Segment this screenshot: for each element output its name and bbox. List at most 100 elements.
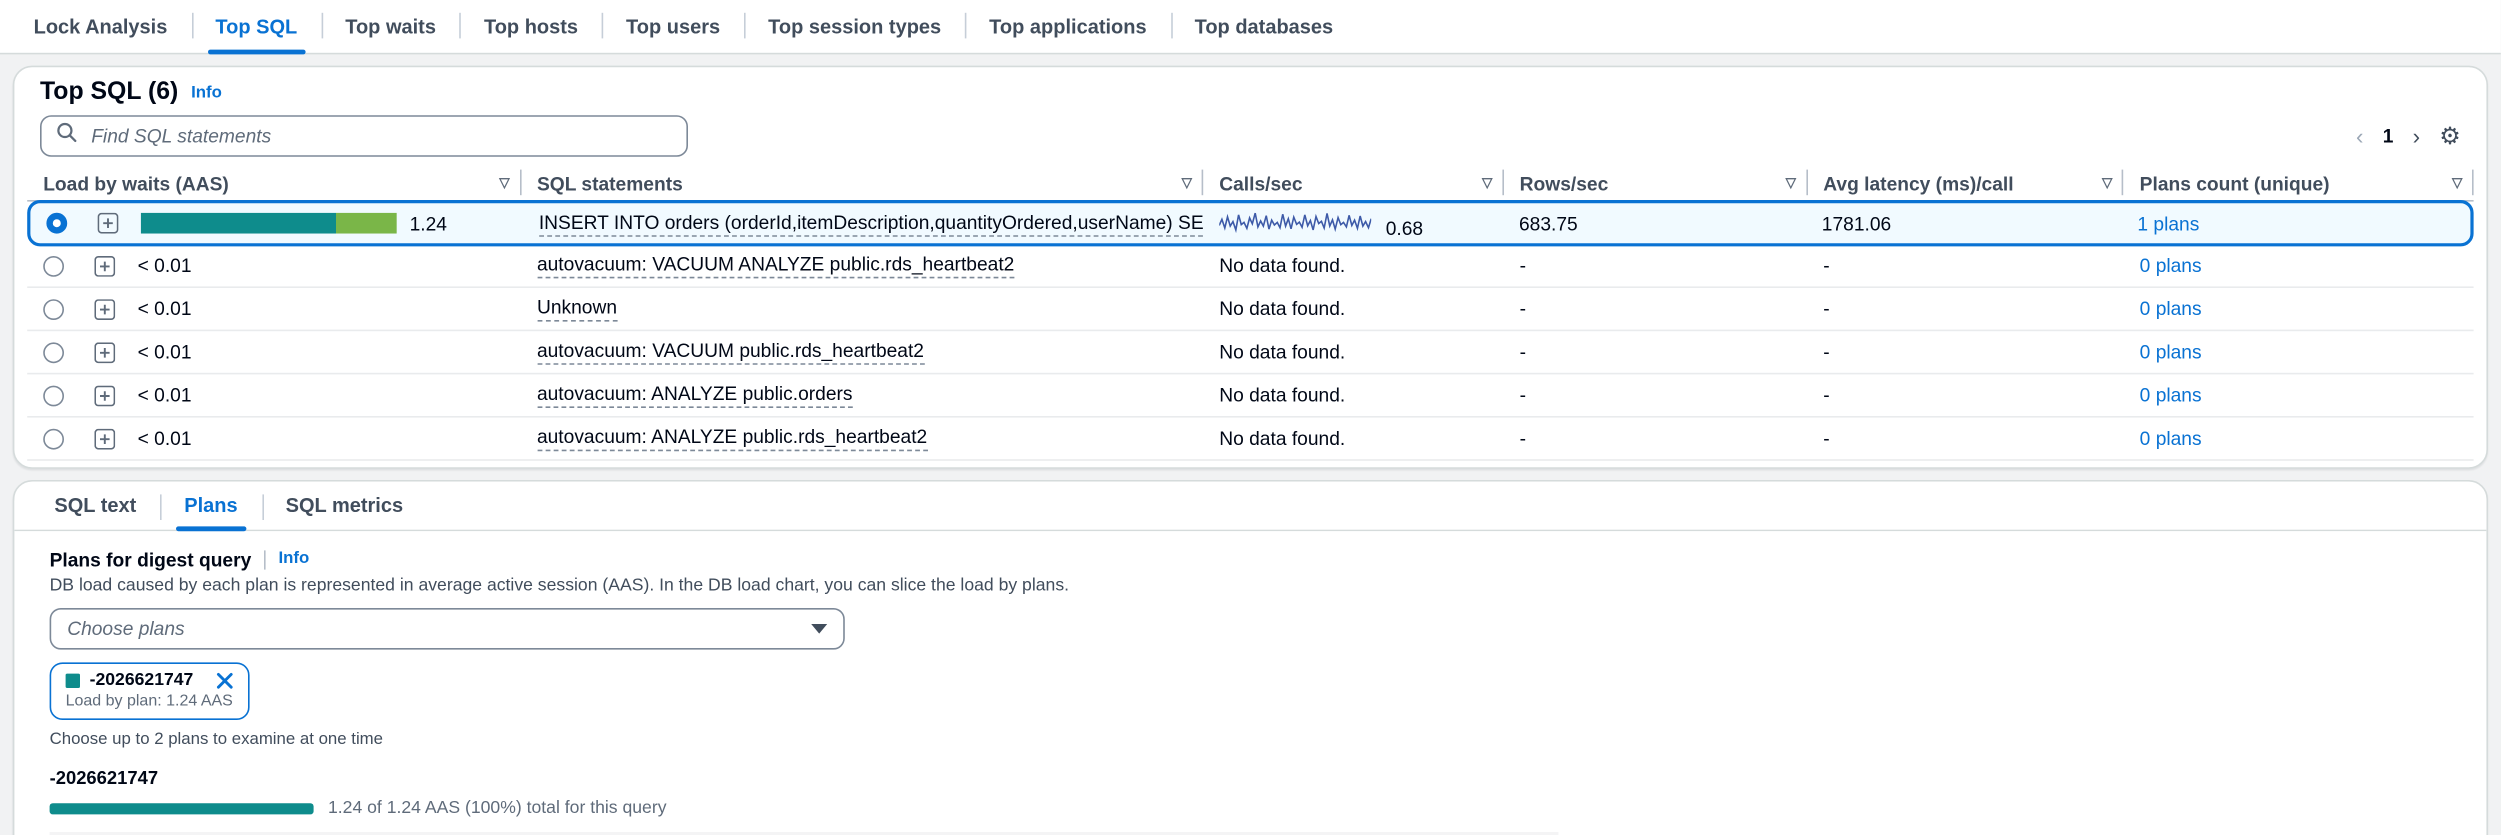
plan-color-swatch bbox=[66, 673, 80, 687]
column-header-load[interactable]: Load by waits (AAS)▽ bbox=[27, 166, 521, 200]
row-radio[interactable] bbox=[43, 255, 64, 276]
avg-latency-value: 1781.06 bbox=[1822, 212, 1891, 234]
table-row[interactable]: < 0.01 autovacuum: VACUUM public.rds_hea… bbox=[27, 331, 2473, 374]
tab-top-waits[interactable]: Top waits bbox=[321, 0, 460, 53]
tab-label: Top SQL bbox=[215, 15, 297, 37]
tab-top-applications[interactable]: Top applications bbox=[965, 0, 1170, 53]
load-value: < 0.01 bbox=[138, 341, 192, 363]
calls-value: No data found. bbox=[1219, 298, 1345, 320]
filter-icon[interactable]: ▽ bbox=[2452, 174, 2462, 192]
tab-label: SQL metrics bbox=[286, 494, 403, 516]
avg-latency-value: - bbox=[1823, 384, 1829, 406]
row-radio[interactable] bbox=[43, 385, 64, 406]
expand-row-icon[interactable] bbox=[94, 385, 115, 406]
panel-title: Top SQL (6) bbox=[40, 78, 178, 107]
expand-row-icon[interactable] bbox=[94, 298, 115, 319]
column-header-calls[interactable]: Calls/sec▽ bbox=[1203, 166, 1503, 200]
sql-statement[interactable]: autovacuum: ANALYZE public.rds_heartbeat… bbox=[537, 426, 927, 452]
sql-statement[interactable]: autovacuum: VACUUM public.rds_heartbeat2 bbox=[537, 339, 924, 365]
tab-top-sql[interactable]: Top SQL bbox=[191, 0, 321, 53]
filter-icon[interactable]: ▽ bbox=[1182, 174, 1192, 192]
plans-description: DB load caused by each plan is represent… bbox=[50, 576, 2487, 595]
calls-value: No data found. bbox=[1219, 341, 1345, 363]
table-row[interactable]: < 0.01 autovacuum: ANALYZE public.rds_he… bbox=[27, 418, 2473, 461]
row-radio[interactable] bbox=[43, 342, 64, 363]
next-page-icon[interactable]: › bbox=[2413, 125, 2420, 147]
tab-top-hosts[interactable]: Top hosts bbox=[460, 0, 602, 53]
filter-icon[interactable]: ▽ bbox=[2102, 174, 2112, 192]
plans-link[interactable]: 1 plans bbox=[2137, 212, 2199, 234]
filter-icon[interactable]: ▽ bbox=[1786, 174, 1796, 192]
tab-label: Top applications bbox=[989, 15, 1146, 37]
rows-per-sec-value: 683.75 bbox=[1519, 212, 1578, 234]
plan-load-summary: 1.24 of 1.24 AAS (100%) total for this q… bbox=[328, 798, 667, 817]
avg-latency-value: - bbox=[1823, 427, 1829, 449]
table-toolbar: ‹ 1 › ⚙ bbox=[14, 107, 2486, 166]
column-header-rows[interactable]: Rows/sec▽ bbox=[1504, 166, 1808, 200]
sql-statement[interactable]: INSERT INTO orders (orderId,itemDescript… bbox=[539, 210, 1203, 236]
tab-label: Top databases bbox=[1195, 15, 1334, 37]
result-count: (6) bbox=[148, 78, 178, 105]
table-row-selected[interactable]: 1.24 INSERT INTO orders (orderId,itemDes… bbox=[27, 200, 2473, 246]
sql-statement[interactable]: autovacuum: ANALYZE public.orders bbox=[537, 382, 853, 408]
filter-icon[interactable]: ▽ bbox=[499, 174, 509, 192]
table-row[interactable]: < 0.01 autovacuum: ANALYZE public.orders… bbox=[27, 374, 2473, 417]
expand-row-icon[interactable] bbox=[98, 213, 119, 234]
plans-link[interactable]: 0 plans bbox=[2140, 384, 2202, 406]
rows-per-sec-value: - bbox=[1520, 341, 1526, 363]
row-radio[interactable] bbox=[46, 213, 67, 234]
tab-plans[interactable]: Plans bbox=[160, 482, 261, 530]
plans-link[interactable]: 0 plans bbox=[2140, 427, 2202, 449]
choose-plans-dropdown[interactable]: Choose plans bbox=[50, 608, 845, 650]
tab-top-users[interactable]: Top users bbox=[602, 0, 744, 53]
plans-link[interactable]: 0 plans bbox=[2140, 254, 2202, 276]
calls-value: 0.68 bbox=[1386, 217, 1423, 239]
sql-statement[interactable]: autovacuum: VACUUM ANALYZE public.rds_he… bbox=[537, 253, 1014, 279]
plans-link[interactable]: 0 plans bbox=[2140, 341, 2202, 363]
divider bbox=[264, 550, 266, 569]
load-value: < 0.01 bbox=[138, 384, 192, 406]
row-radio[interactable] bbox=[43, 298, 64, 319]
avg-latency-value: - bbox=[1823, 341, 1829, 363]
top-sql-panel: Top SQL (6) Info ‹ 1 › ⚙ Load by waits (… bbox=[13, 66, 2488, 469]
avg-latency-value: - bbox=[1823, 298, 1829, 320]
expand-row-icon[interactable] bbox=[94, 428, 115, 449]
table-row[interactable]: < 0.01 autovacuum: VACUUM ANALYZE public… bbox=[27, 245, 2473, 288]
selected-plan-token: -2026621747 Load by plan: 1.24 AAS bbox=[50, 662, 250, 720]
previous-page-icon[interactable]: ‹ bbox=[2356, 125, 2363, 147]
plans-section-title: Plans for digest query bbox=[50, 549, 252, 571]
tab-top-databases[interactable]: Top databases bbox=[1171, 0, 1358, 53]
expand-row-icon[interactable] bbox=[94, 342, 115, 363]
expand-row-icon[interactable] bbox=[94, 255, 115, 276]
filter-icon[interactable]: ▽ bbox=[1482, 174, 1492, 192]
rows-per-sec-value: - bbox=[1520, 298, 1526, 320]
tab-sql-text[interactable]: SQL text bbox=[30, 482, 160, 530]
sql-search-box[interactable] bbox=[40, 115, 688, 157]
tab-sql-metrics[interactable]: SQL metrics bbox=[262, 482, 427, 530]
search-input[interactable] bbox=[88, 123, 672, 149]
table-row[interactable]: < 0.01 Unknown No data found. - - 0 plan… bbox=[27, 288, 2473, 331]
tab-label: SQL text bbox=[54, 494, 136, 516]
info-link[interactable]: Info bbox=[191, 83, 222, 102]
tab-label: Plans bbox=[184, 494, 237, 516]
gear-icon[interactable]: ⚙ bbox=[2439, 124, 2461, 148]
calls-sparkline bbox=[1219, 207, 1371, 233]
calls-value: No data found. bbox=[1219, 427, 1345, 449]
column-header-latency[interactable]: Avg latency (ms)/call▽ bbox=[1807, 166, 2123, 200]
plan-token-id: -2026621747 bbox=[90, 670, 194, 689]
search-icon bbox=[56, 122, 77, 151]
column-header-sql[interactable]: SQL statements▽ bbox=[521, 166, 1203, 200]
info-link[interactable]: Info bbox=[278, 549, 309, 568]
column-header-plans[interactable]: Plans count (unique)▽ bbox=[2124, 166, 2474, 200]
tab-top-session-types[interactable]: Top session types bbox=[744, 0, 965, 53]
row-radio[interactable] bbox=[43, 428, 64, 449]
close-icon[interactable] bbox=[216, 671, 234, 689]
page-number[interactable]: 1 bbox=[2383, 126, 2394, 145]
tab-lock-analysis[interactable]: Lock Analysis bbox=[10, 0, 192, 53]
plans-link[interactable]: 0 plans bbox=[2140, 298, 2202, 320]
tab-label: Top session types bbox=[768, 15, 941, 37]
sql-statement[interactable]: Unknown bbox=[537, 296, 617, 322]
plans-tab-content: Plans for digest query Info DB load caus… bbox=[14, 531, 2486, 835]
rows-per-sec-value: - bbox=[1520, 384, 1526, 406]
plan-id-heading: -2026621747 bbox=[50, 770, 2487, 789]
